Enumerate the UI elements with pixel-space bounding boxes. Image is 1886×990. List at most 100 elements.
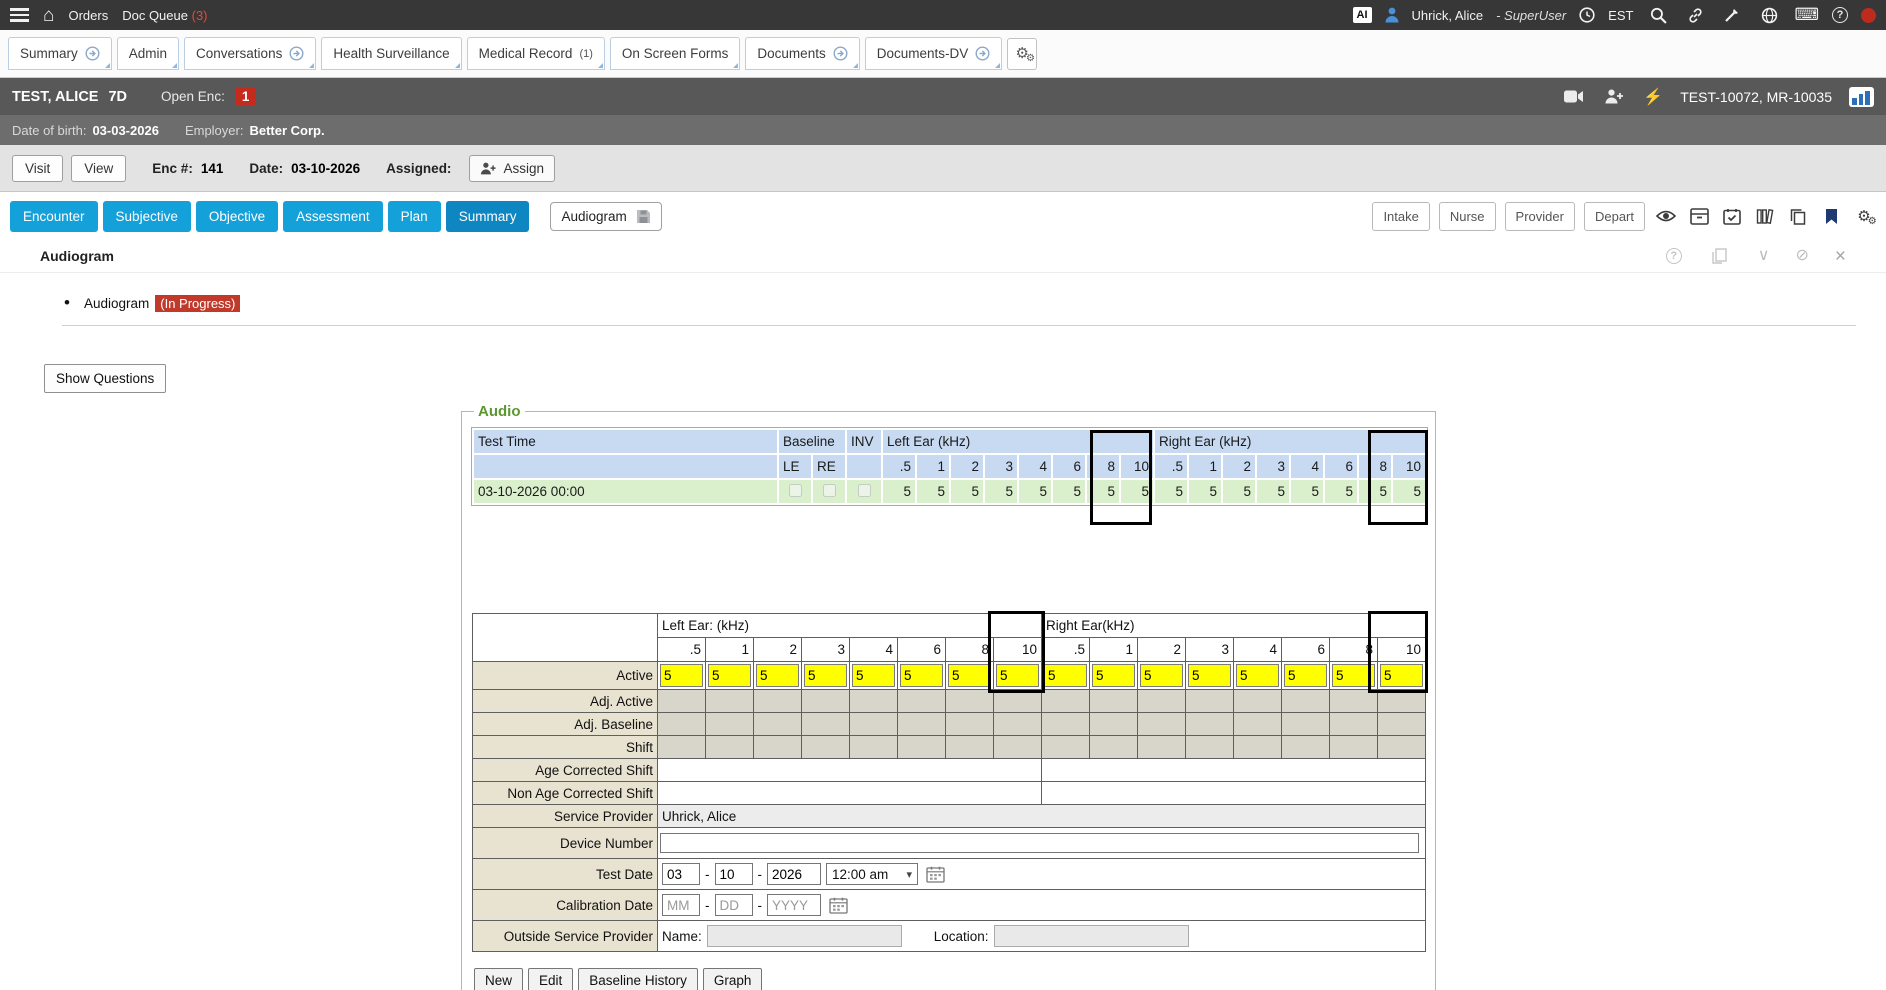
history-value: 5	[1290, 479, 1324, 504]
audio-entry-table: Left Ear: (kHz) Right Ear(kHz) .5 1 2 3 …	[472, 613, 1426, 952]
tab-settings-button[interactable]: ⚙⚙	[1007, 38, 1037, 70]
active-right-input[interactable]	[1044, 664, 1087, 687]
tab-admin[interactable]: Admin	[117, 37, 179, 70]
chevron-down-icon[interactable]: ∨	[1758, 248, 1770, 264]
help-icon[interactable]: ?	[1832, 7, 1848, 23]
module-tab-bar: Summary Admin Conversations Health Surve…	[0, 30, 1886, 78]
tab-documents-dv[interactable]: Documents-DV	[865, 37, 1003, 70]
eye-icon[interactable]	[1654, 204, 1678, 228]
tab-health-surveillance[interactable]: Health Surveillance	[321, 37, 461, 70]
graph-button[interactable]: Graph	[703, 968, 763, 990]
gear-icon: ⚙	[1868, 217, 1877, 227]
open-circle-arrow-icon[interactable]	[975, 46, 990, 61]
test-date-day-input[interactable]	[715, 863, 753, 885]
home-icon[interactable]: ⌂	[43, 6, 54, 25]
encounter-button[interactable]: Encounter	[10, 201, 98, 232]
test-date-year-input[interactable]	[767, 863, 821, 885]
menu-icon[interactable]	[10, 8, 29, 22]
assessment-button[interactable]: Assessment	[283, 201, 383, 232]
open-circle-arrow-icon[interactable]	[289, 46, 304, 61]
active-left-input[interactable]	[948, 664, 991, 687]
visit-button[interactable]: Visit	[12, 155, 63, 182]
audio-entry-table-wrap: Left Ear: (kHz) Right Ear(kHz) .5 1 2 3 …	[472, 613, 1425, 952]
row-label-adj-baseline: Adj. Baseline	[473, 713, 658, 736]
depart-button[interactable]: Depart	[1584, 202, 1645, 231]
active-left-input[interactable]	[660, 664, 703, 687]
lightning-icon[interactable]: ⚡	[1643, 87, 1663, 107]
orders-link[interactable]: Orders	[68, 8, 108, 23]
active-left-input[interactable]	[852, 664, 895, 687]
provider-button[interactable]: Provider	[1505, 202, 1575, 231]
calibration-day-input[interactable]	[715, 894, 753, 916]
search-icon[interactable]	[1646, 3, 1670, 27]
active-left-input[interactable]	[900, 664, 943, 687]
baseline-history-button[interactable]: Baseline History	[578, 968, 698, 990]
bookmark-icon[interactable]	[1819, 204, 1843, 228]
active-right-input[interactable]	[1380, 664, 1423, 687]
tab-summary[interactable]: Summary	[8, 37, 112, 70]
intake-button[interactable]: Intake	[1372, 202, 1429, 231]
cancel-icon[interactable]: ⊘	[1795, 248, 1808, 264]
tab-conversations[interactable]: Conversations	[184, 37, 316, 70]
active-right-input[interactable]	[1140, 664, 1183, 687]
test-time-cell[interactable]: 03-10-2026 00:00	[473, 479, 778, 504]
video-camera-icon[interactable]	[1561, 85, 1585, 109]
calibration-year-input[interactable]	[767, 894, 821, 916]
help-icon[interactable]: ?	[1666, 248, 1682, 264]
copy-icon[interactable]	[1786, 204, 1810, 228]
active-right-input[interactable]	[1092, 664, 1135, 687]
active-right-input[interactable]	[1284, 664, 1327, 687]
enc-value: 141	[201, 161, 224, 176]
calibration-month-input[interactable]	[662, 894, 700, 916]
doc-queue-link[interactable]: Doc Queue (3)	[122, 8, 207, 23]
link-icon[interactable]	[1683, 3, 1707, 27]
plan-button[interactable]: Plan	[388, 201, 441, 232]
calendar-icon[interactable]	[923, 862, 947, 886]
chart-icon[interactable]	[1849, 87, 1874, 107]
test-time-select[interactable]: 12:00 am ▾	[826, 863, 918, 885]
audiogram-doc-tab[interactable]: Audiogram	[550, 202, 661, 231]
subjective-button[interactable]: Subjective	[103, 201, 191, 232]
status-dot-icon[interactable]	[1861, 8, 1876, 23]
tab-documents[interactable]: Documents	[745, 37, 859, 70]
objective-button[interactable]: Objective	[196, 201, 278, 232]
active-right-input[interactable]	[1332, 664, 1375, 687]
new-button[interactable]: New	[474, 968, 523, 990]
open-circle-arrow-icon[interactable]	[833, 46, 848, 61]
open-circle-arrow-icon[interactable]	[85, 46, 100, 61]
patient-age: 7D	[108, 89, 127, 105]
books-icon[interactable]	[1753, 204, 1777, 228]
add-person-icon[interactable]	[1602, 85, 1626, 109]
summary-button[interactable]: Summary	[446, 201, 530, 232]
edit-button[interactable]: Edit	[528, 968, 573, 990]
clock-icon[interactable]	[1579, 7, 1595, 23]
assign-button[interactable]: Assign	[469, 155, 555, 182]
user-name[interactable]: Uhrick, Alice	[1412, 8, 1484, 23]
calendar-check-icon[interactable]	[1720, 204, 1744, 228]
tab-on-screen-forms[interactable]: On Screen Forms	[610, 37, 741, 70]
wand-icon[interactable]	[1720, 3, 1744, 27]
pages-icon[interactable]	[1708, 244, 1732, 268]
settings-gears-icon[interactable]: ⚙⚙	[1852, 204, 1876, 228]
keyboard-icon[interactable]: ⌨	[1794, 5, 1819, 25]
nurse-button[interactable]: Nurse	[1439, 202, 1496, 231]
device-number-input[interactable]	[660, 833, 1419, 853]
ai-badge[interactable]: AI	[1353, 7, 1372, 23]
active-left-input[interactable]	[708, 664, 751, 687]
archive-icon[interactable]	[1687, 204, 1711, 228]
show-questions-button[interactable]: Show Questions	[44, 364, 166, 393]
close-icon[interactable]: ×	[1835, 247, 1846, 266]
open-enc-badge[interactable]: 1	[235, 88, 257, 105]
test-date-month-input[interactable]	[662, 863, 700, 885]
dropdown-arrow-icon: ▾	[906, 868, 912, 881]
active-right-input[interactable]	[1188, 664, 1231, 687]
active-left-input[interactable]	[996, 664, 1039, 687]
save-disk-icon[interactable]	[636, 209, 651, 224]
tab-medical-record[interactable]: Medical Record (1)	[467, 37, 605, 70]
globe-icon[interactable]	[1757, 3, 1781, 27]
calendar-icon[interactable]	[826, 893, 850, 917]
active-left-input[interactable]	[804, 664, 847, 687]
active-right-input[interactable]	[1236, 664, 1279, 687]
view-button[interactable]: View	[71, 155, 126, 182]
active-left-input[interactable]	[756, 664, 799, 687]
